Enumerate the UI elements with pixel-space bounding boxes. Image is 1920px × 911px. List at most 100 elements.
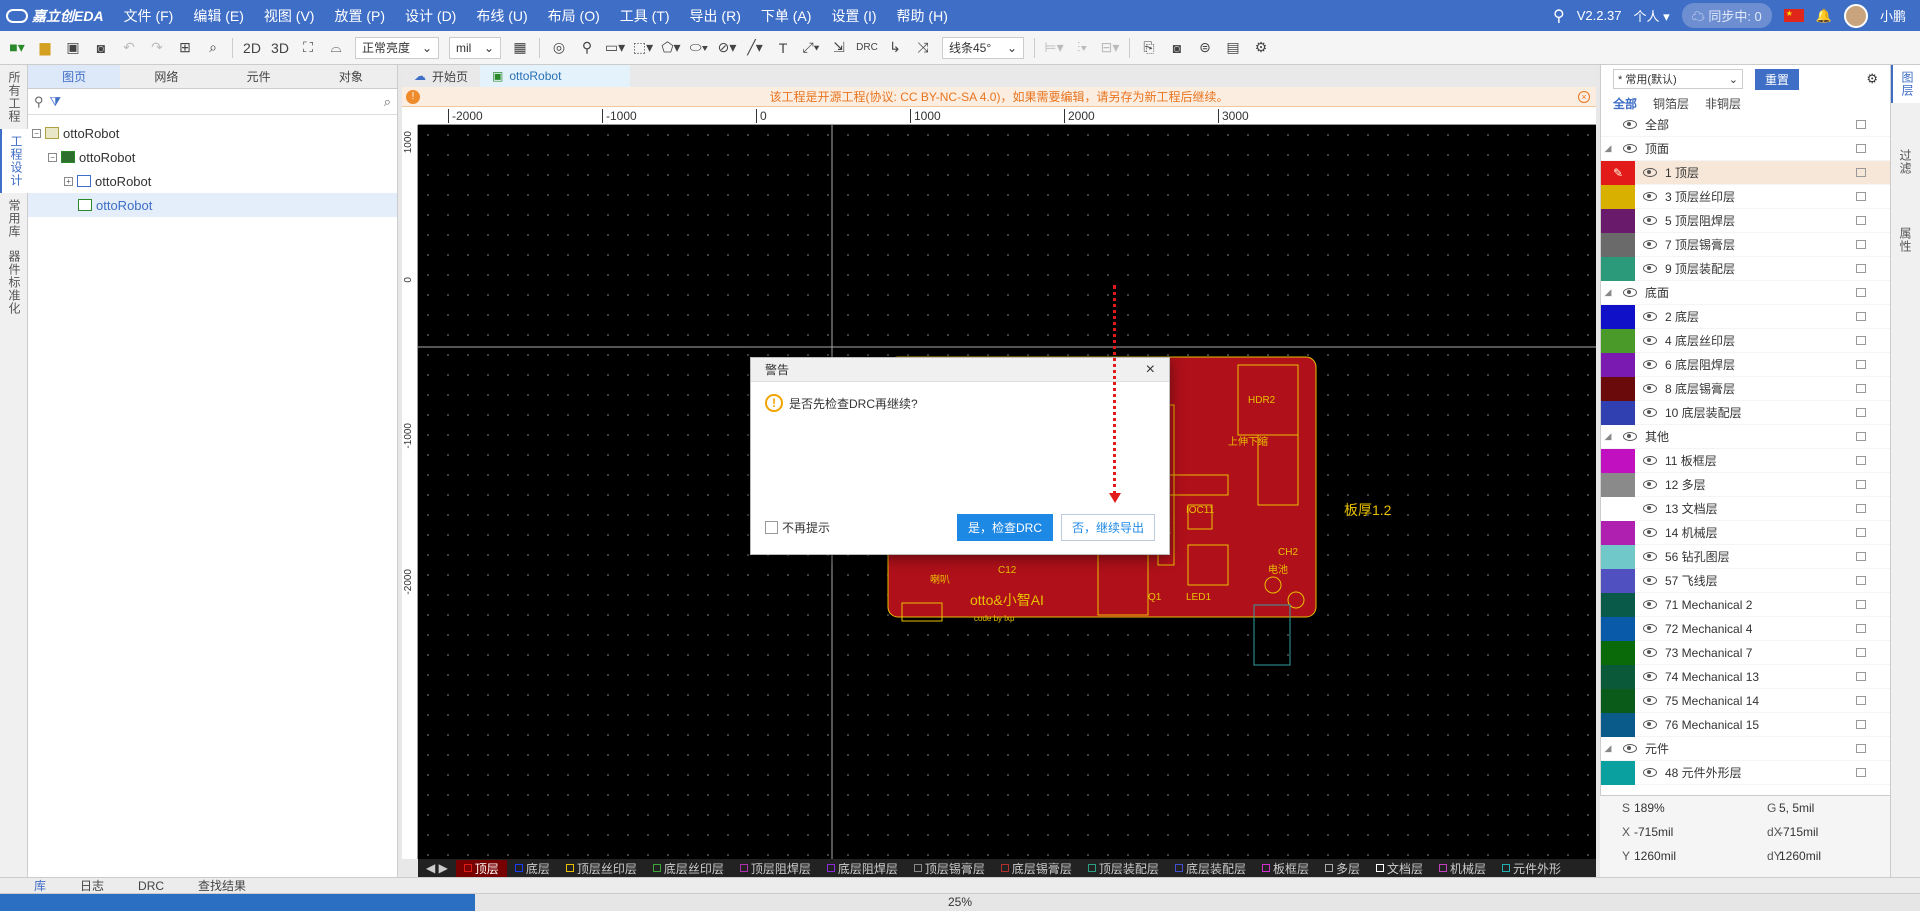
layer-bar-item[interactable]: 多层 xyxy=(1317,860,1368,877)
layer-row[interactable]: 13 文档层 xyxy=(1601,496,1890,521)
layer-bar-item[interactable]: 底层阻焊层 xyxy=(819,860,906,877)
eye-icon[interactable] xyxy=(1643,576,1657,585)
eye-icon[interactable] xyxy=(1623,288,1637,297)
view-2d-button[interactable]: 2D xyxy=(239,35,265,61)
eye-icon[interactable] xyxy=(1643,552,1657,561)
layer-group[interactable]: ◢ 其他 xyxy=(1601,425,1890,449)
layer-group[interactable]: ◢ 元件 xyxy=(1601,737,1890,761)
eye-icon[interactable] xyxy=(1643,528,1657,537)
drc-button[interactable]: DRC xyxy=(854,35,880,61)
layer-bar-item[interactable]: 顶层阻焊层 xyxy=(732,860,819,877)
eye-icon[interactable] xyxy=(1643,768,1657,777)
lock-icon[interactable] xyxy=(1856,456,1866,465)
check-drc-button[interactable]: 是，检查DRC xyxy=(956,513,1053,541)
lock-icon[interactable] xyxy=(1856,768,1866,777)
search-icon[interactable]: ⚲ xyxy=(34,94,44,110)
save-icon[interactable]: ▣ xyxy=(60,35,86,61)
tab-find-results[interactable]: 查找结果 xyxy=(198,878,246,893)
layer-group[interactable]: ◢ 底面 xyxy=(1601,281,1890,305)
vtab-all-projects[interactable]: 所有工程 xyxy=(0,65,29,129)
layer-color-swatch[interactable] xyxy=(1601,640,1635,665)
import-icon[interactable]: ⇲ xyxy=(826,35,852,61)
layer-preset-select[interactable]: * 常用(默认) ⌄ xyxy=(1613,69,1743,89)
eye-icon[interactable] xyxy=(1643,240,1657,249)
layer-color-swatch[interactable] xyxy=(1601,400,1635,425)
lock-icon[interactable] xyxy=(1856,312,1866,321)
layer-color-swatch[interactable] xyxy=(1601,472,1635,497)
layer-row[interactable]: 7 顶层锡膏层 xyxy=(1601,232,1890,257)
layer-row[interactable]: 5 顶层阻焊层 xyxy=(1601,208,1890,233)
layer-color-swatch[interactable] xyxy=(1601,592,1635,617)
tree-item-project[interactable]: − ottoRobot xyxy=(28,121,397,145)
lock-icon[interactable] xyxy=(1856,240,1866,249)
lock-icon[interactable] xyxy=(1856,552,1866,561)
lock-icon[interactable] xyxy=(1856,600,1866,609)
open-folder-icon[interactable]: ▆ xyxy=(32,35,58,61)
lock-icon[interactable] xyxy=(1856,744,1866,753)
eye-icon[interactable] xyxy=(1643,648,1657,657)
lock-icon[interactable] xyxy=(1856,504,1866,513)
gear-icon[interactable]: ⚙ xyxy=(1248,35,1274,61)
tree-search-input[interactable] xyxy=(67,92,378,111)
layer-row[interactable]: 4 底层丝印层 xyxy=(1601,328,1890,353)
tab-log[interactable]: 日志 xyxy=(80,878,104,893)
layer-group[interactable]: 全部 xyxy=(1601,113,1890,137)
eye-icon[interactable] xyxy=(1643,456,1657,465)
filter-all[interactable]: 全部 xyxy=(1613,95,1637,112)
layer-group[interactable]: ◢ 顶面 xyxy=(1601,137,1890,161)
route-icon[interactable]: ↳ xyxy=(882,35,908,61)
find-icon[interactable]: ⌕ xyxy=(200,35,226,61)
layer-color-swatch[interactable] xyxy=(1601,712,1635,737)
eye-icon[interactable] xyxy=(1643,720,1657,729)
region-tool-icon[interactable]: ⬚▾ xyxy=(630,35,656,61)
polygon-tool-icon[interactable]: ⬠▾ xyxy=(658,35,684,61)
eye-icon[interactable] xyxy=(1623,744,1637,753)
tab-pages[interactable]: 图页 xyxy=(28,65,121,88)
undo-icon[interactable]: ↶ xyxy=(116,35,142,61)
align-icon[interactable]: ⊞ xyxy=(172,35,198,61)
lock-icon[interactable] xyxy=(1856,360,1866,369)
layer-row[interactable]: 14 机械层 xyxy=(1601,520,1890,545)
brightness-select[interactable]: 正常亮度 ⌄ xyxy=(355,36,439,59)
menu-item-5[interactable]: 布线 (U) xyxy=(466,6,537,26)
layer-color-swatch[interactable] xyxy=(1601,256,1635,281)
layer-bar-item[interactable]: 顶层丝印层 xyxy=(558,860,645,877)
lock-icon[interactable] xyxy=(1856,432,1866,441)
menu-item-0[interactable]: 文件 (F) xyxy=(114,6,184,26)
layer-settings-icon[interactable]: ⚙ xyxy=(1866,71,1878,87)
eye-icon[interactable] xyxy=(1643,264,1657,273)
layer-row[interactable]: 8 底层锡膏层 xyxy=(1601,376,1890,401)
layer-color-swatch[interactable] xyxy=(1601,496,1635,521)
ellipse-tool-icon[interactable]: ⬭▾ xyxy=(686,35,712,61)
collapse-caret-icon[interactable]: ◢ xyxy=(1601,431,1615,442)
layer-row[interactable]: 56 钻孔图层 xyxy=(1601,544,1890,569)
pin-icon[interactable]: ⚲ xyxy=(574,35,600,61)
collapse-caret-icon[interactable]: ◢ xyxy=(1601,743,1615,754)
tab-library[interactable]: 库 xyxy=(34,878,46,893)
vtab-layers[interactable]: 图层 xyxy=(1891,65,1920,103)
export-icon[interactable]: ⎘ xyxy=(1136,35,1162,61)
search-icon[interactable]: ⌕ xyxy=(384,94,391,110)
collapse-icon[interactable]: − xyxy=(32,128,41,138)
line-tool-icon[interactable]: ╱▾ xyxy=(742,35,768,61)
layer-color-swatch[interactable] xyxy=(1601,544,1635,569)
menu-item-4[interactable]: 设计 (D) xyxy=(395,6,466,26)
eye-icon[interactable] xyxy=(1643,384,1657,393)
layer-color-swatch[interactable] xyxy=(1601,664,1635,689)
continue-export-button[interactable]: 否，继续导出 xyxy=(1060,513,1155,541)
vtab-properties[interactable]: 属性 xyxy=(1891,221,1920,259)
layer-color-swatch[interactable] xyxy=(1601,208,1635,233)
language-flag-icon[interactable] xyxy=(1783,9,1804,22)
collapse-icon[interactable]: − xyxy=(48,152,57,162)
menu-item-1[interactable]: 编辑 (E) xyxy=(183,6,254,26)
view-3d-button[interactable]: 3D xyxy=(267,35,293,61)
layer-row[interactable]: ✎ 1 顶层 xyxy=(1601,160,1890,185)
layer-bar-item[interactable]: 板框层 xyxy=(1254,860,1317,877)
bell-icon[interactable]: 🔔 xyxy=(1816,8,1832,24)
layer-color-swatch[interactable] xyxy=(1601,568,1635,593)
menu-item-9[interactable]: 下单 (A) xyxy=(751,6,822,26)
brightness-icon[interactable]: ⌓ xyxy=(323,35,349,61)
eye-icon[interactable] xyxy=(1643,696,1657,705)
menu-item-6[interactable]: 布局 (O) xyxy=(538,6,610,26)
tree-item-schematic[interactable]: + ottoRobot xyxy=(28,169,397,193)
